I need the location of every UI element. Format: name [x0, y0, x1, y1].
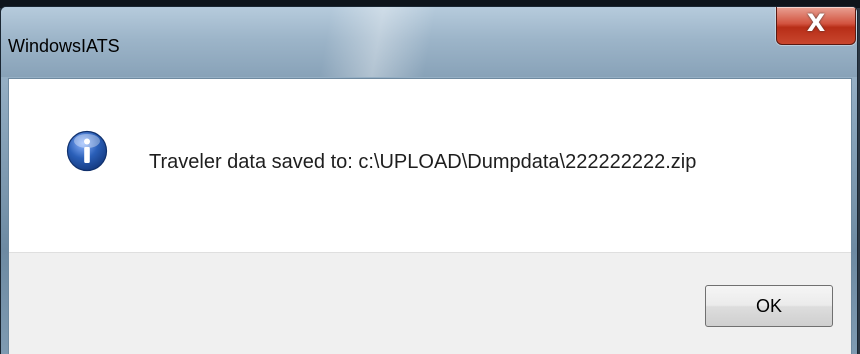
desktop-background: WindowsIATS X Traveler data saved to: c:…: [0, 0, 860, 354]
close-button[interactable]: X: [776, 7, 856, 45]
button-bar: OK: [9, 252, 851, 354]
ok-button[interactable]: OK: [705, 285, 833, 327]
window-title: WindowsIATS: [8, 36, 120, 56]
message-dialog: WindowsIATS X Traveler data saved to: c:…: [0, 6, 858, 354]
message-area: Traveler data saved to: c:\UPLOAD\Dumpda…: [9, 79, 851, 252]
close-icon: X: [806, 9, 826, 37]
message-text: Traveler data saved to: c:\UPLOAD\Dumpda…: [149, 151, 697, 173]
information-icon: [66, 130, 108, 172]
title-bar[interactable]: WindowsIATS X: [1, 7, 857, 77]
dialog-client-area: Traveler data saved to: c:\UPLOAD\Dumpda…: [8, 78, 852, 354]
